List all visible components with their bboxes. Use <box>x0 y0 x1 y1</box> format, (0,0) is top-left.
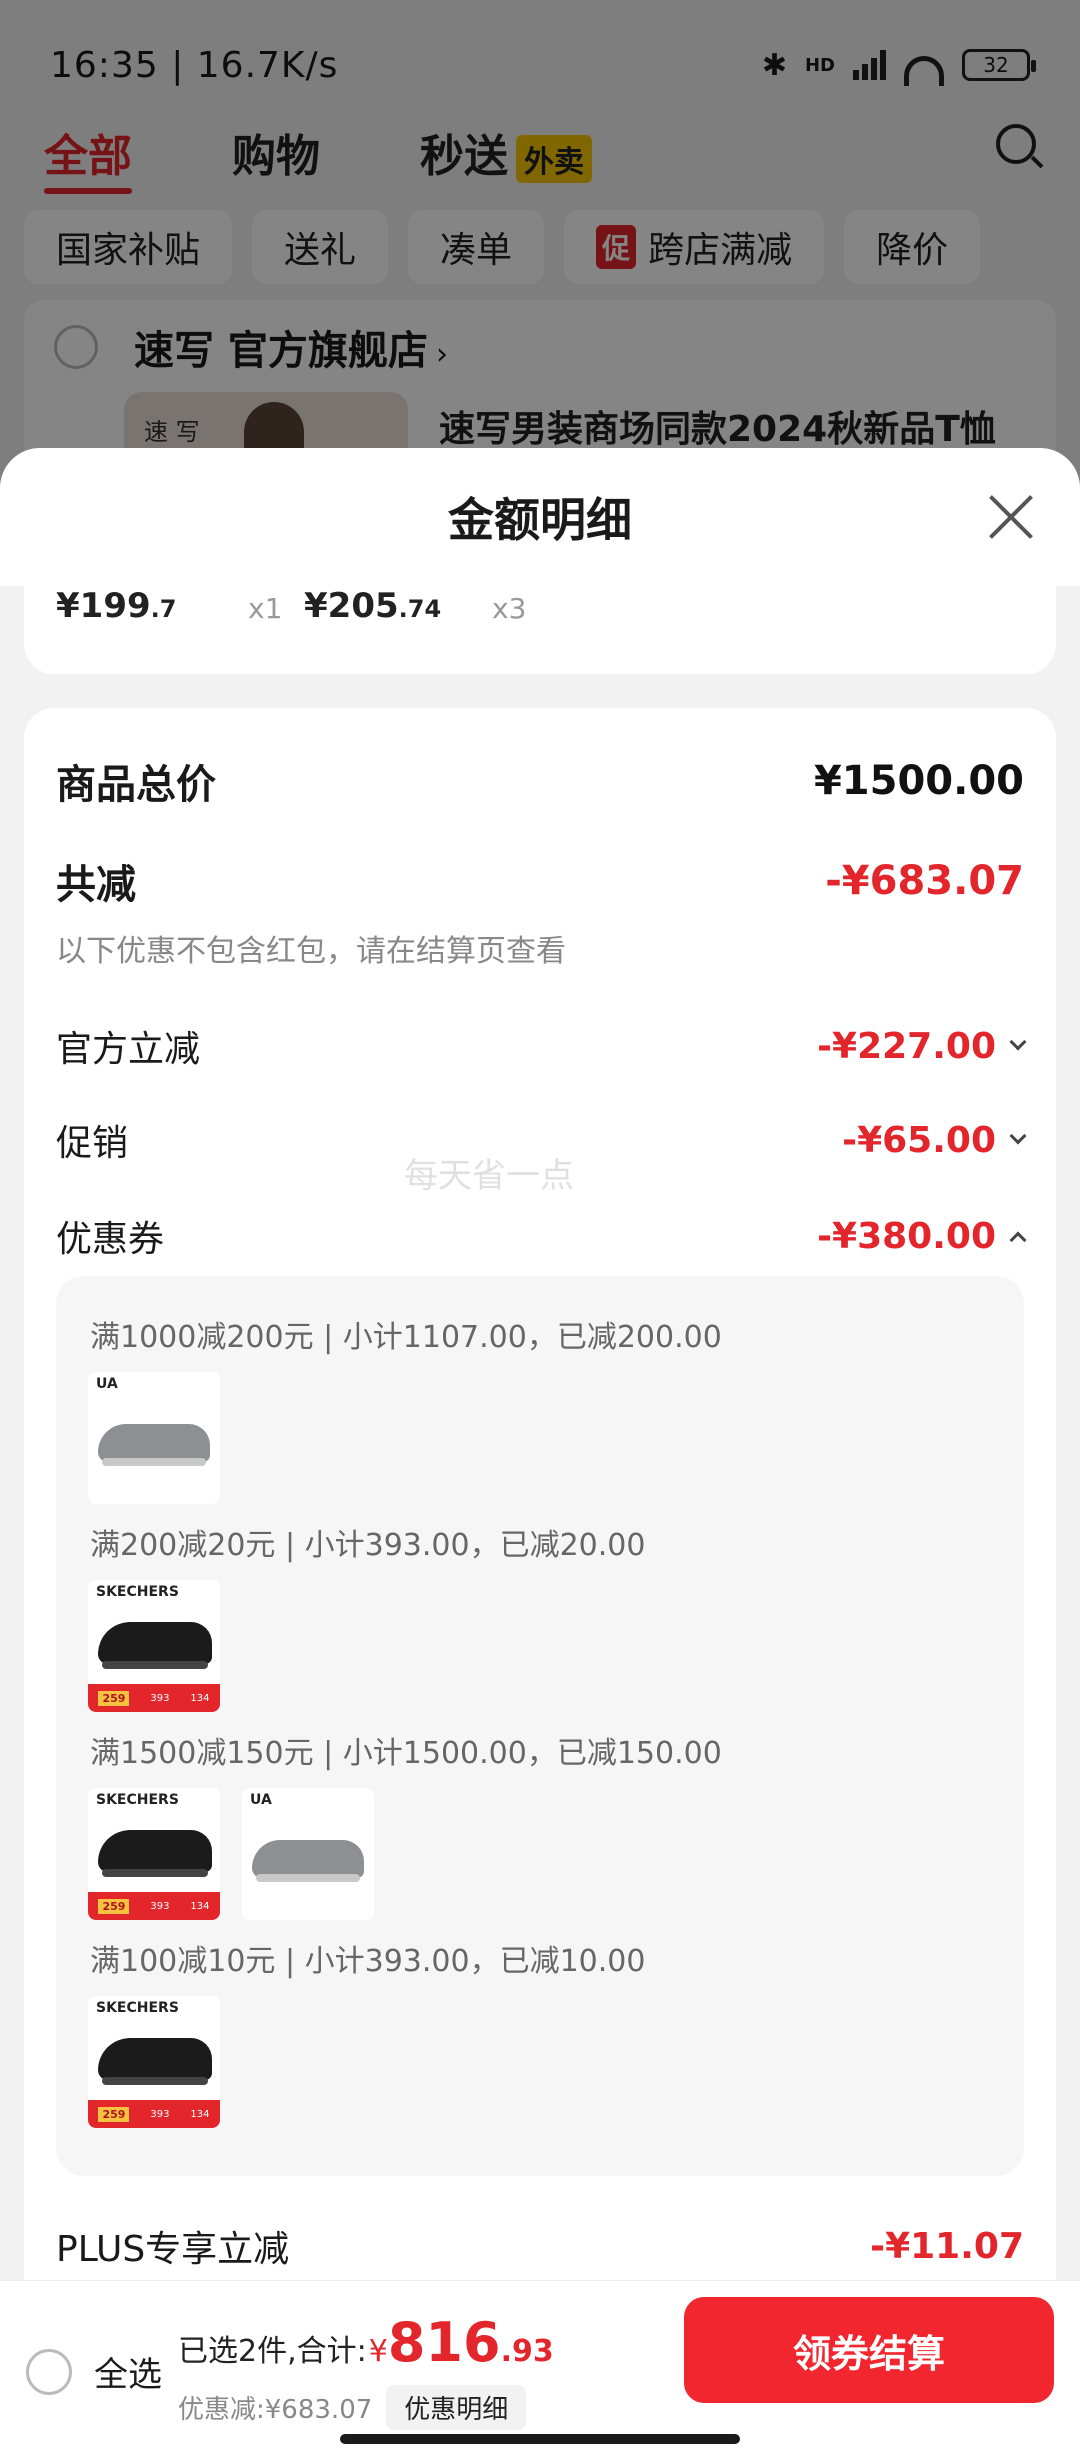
discount-row-official[interactable]: 官方立减 -¥227.00 <box>56 1020 1027 1072</box>
plus-discount-value: -¥11.07 <box>870 2225 1024 2267</box>
coupon-line: 满1500减150元 | 小计1500.00，已减150.00 <box>90 1736 722 1771</box>
select-all[interactable]: 全选 <box>26 2347 162 2396</box>
total-reduction-label: 共减 <box>56 862 136 908</box>
product-image-black-shoe[interactable]: SKECHERS 259 393 134 <box>88 1580 220 1712</box>
coupon-line: 满100减10元 | 小计393.00，已减10.00 <box>90 1944 646 1979</box>
promo-strip: 259 393 134 <box>88 2100 220 2128</box>
product-image-black-shoe[interactable]: SKECHERS 259 393 134 <box>88 1788 220 1920</box>
product-image-black-shoe[interactable]: SKECHERS 259 393 134 <box>88 1996 220 2128</box>
under-armour-logo: UA <box>250 1792 272 1808</box>
select-all-radio[interactable] <box>26 2348 72 2395</box>
product-image-grey-shoe[interactable]: UA <box>242 1788 374 1920</box>
coupon-breakdown: 满1000减200元 | 小计1107.00，已减200.00 UA 满200减… <box>56 1276 1024 2176</box>
goods-total-value: ¥1500.00 <box>813 758 1024 804</box>
chevron-down-icon <box>1009 1127 1027 1145</box>
discount-label: 促销 <box>56 1123 129 1164</box>
discount-detail-button[interactable]: 优惠明细 <box>386 2385 527 2430</box>
discount-row-promotion[interactable]: 促销 -¥65.00 <box>56 1114 1027 1166</box>
discount-summary: 优惠减:¥683.07 <box>178 2395 373 2425</box>
under-armour-logo: UA <box>96 1376 118 1392</box>
item-price-decimal: .74 <box>398 595 442 623</box>
discount-amount: -¥380.00 <box>817 1215 996 1257</box>
plus-discount-row: PLUS专享立减 -¥11.07 <box>56 2220 1024 2272</box>
promo-strip: 259 393 134 <box>88 1684 220 1712</box>
select-all-label: 全选 <box>94 2355 162 2395</box>
item-price-decimal: .7 <box>150 595 177 623</box>
reduction-note: 以下优惠不包含红包，请在结算页查看 <box>56 934 566 969</box>
item-price: ¥199.7 <box>56 586 176 626</box>
checkout-bar: 全选 已选2件,合计: ¥ 816 .93 优惠减:¥683.07 优惠明细 领… <box>0 2280 1080 2460</box>
promo-strip: 259 393 134 <box>88 1892 220 1920</box>
discount-amount: -¥227.00 <box>817 1025 996 1067</box>
discount-value: -¥380.00 <box>817 1215 1027 1257</box>
total-line: 已选2件,合计: ¥ 816 .93 <box>178 2311 554 2374</box>
discount-line: 优惠减:¥683.07 优惠明细 <box>178 2385 527 2430</box>
discount-row-coupon[interactable]: 优惠券 -¥380.00 <box>56 1210 1027 1262</box>
amount-detail-card: 商品总价 ¥1500.00 共减 -¥683.07 以下优惠不包含红包，请在结算… <box>24 708 1056 2460</box>
skechers-logo: SKECHERS <box>96 2000 179 2016</box>
item-quantity: x3 <box>492 592 527 625</box>
total-reduction-value: -¥683.07 <box>825 858 1024 904</box>
item-price-main: ¥199 <box>56 586 151 626</box>
total-decimal: .93 <box>500 2334 554 2369</box>
discount-value: -¥65.00 <box>842 1119 1027 1161</box>
skechers-logo: SKECHERS <box>96 1792 179 1808</box>
total-reduction-row: 共减 -¥683.07 <box>56 852 1024 910</box>
total-integer: 816 <box>387 2311 501 2374</box>
sheet-header: 金额明细 <box>0 448 1080 586</box>
chevron-up-icon <box>1009 1231 1027 1249</box>
amount-detail-sheet: 金额明细 ¥199.7 x1 ¥205.74 x3 商品总价 ¥1500.00 … <box>0 448 1080 2460</box>
skechers-logo: SKECHERS <box>96 1584 179 1600</box>
sheet-title: 金额明细 <box>448 493 632 547</box>
home-indicator[interactable] <box>340 2434 740 2444</box>
coupon-line: 满1000减200元 | 小计1107.00，已减200.00 <box>90 1320 722 1355</box>
item-price-main: ¥205 <box>304 586 399 626</box>
discount-amount: -¥65.00 <box>842 1119 996 1161</box>
item-quantity: x1 <box>248 592 283 625</box>
item-price-card: ¥199.7 x1 ¥205.74 x3 <box>24 586 1056 674</box>
close-icon[interactable] <box>986 492 1036 542</box>
coupon-line: 满200减20元 | 小计393.00，已减20.00 <box>90 1528 646 1563</box>
chevron-down-icon <box>1009 1033 1027 1051</box>
goods-total-row: 商品总价 ¥1500.00 <box>56 752 1024 810</box>
discount-label: 官方立减 <box>56 1029 201 1070</box>
discount-value: -¥227.00 <box>817 1025 1027 1067</box>
discount-label: 优惠券 <box>56 1219 165 1260</box>
plus-discount-label: PLUS专享立减 <box>56 2229 290 2270</box>
item-price: ¥205.74 <box>304 586 441 626</box>
product-image-grey-shoe[interactable]: UA <box>88 1372 220 1504</box>
selected-count-text: 已选2件,合计: <box>178 2334 367 2369</box>
checkout-button[interactable]: 领券结算 <box>684 2297 1054 2403</box>
currency-symbol: ¥ <box>368 2334 388 2369</box>
goods-total-label: 商品总价 <box>56 762 216 808</box>
